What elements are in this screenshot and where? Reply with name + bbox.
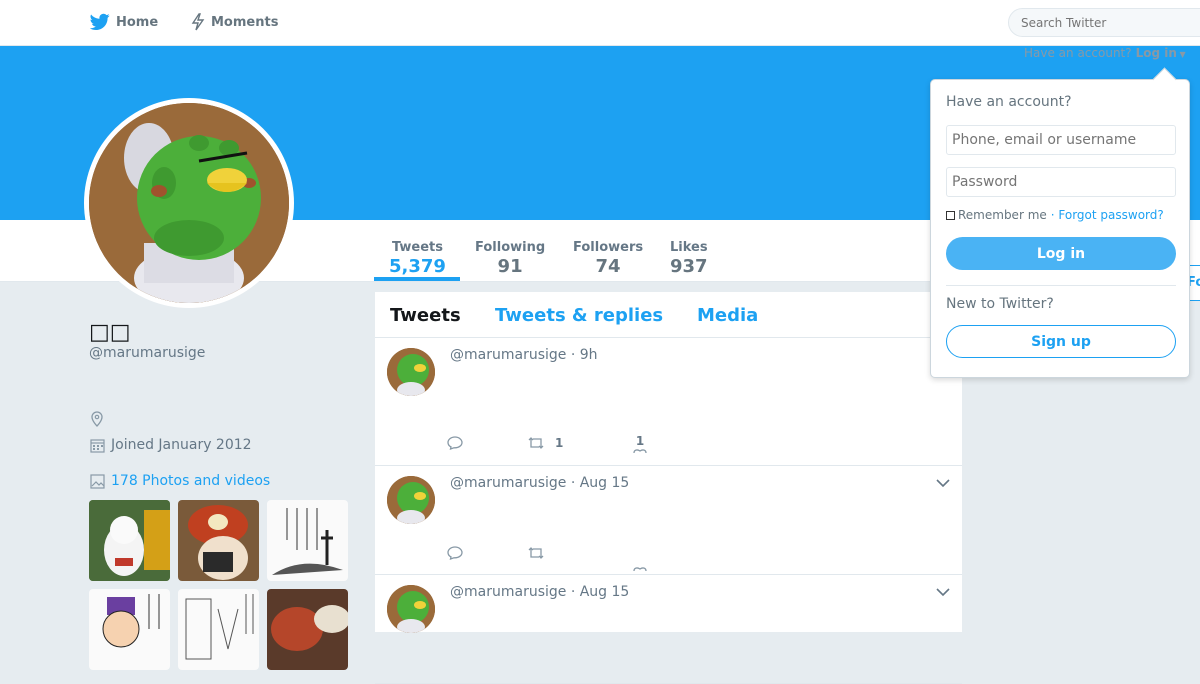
heart-icon	[633, 567, 647, 572]
username-field[interactable]	[946, 125, 1176, 155]
chevron-down-icon[interactable]	[936, 478, 950, 488]
active-stat-indicator	[374, 277, 460, 281]
photos-link[interactable]: 178 Photos and videos	[90, 473, 270, 489]
tab-tweets[interactable]: Tweets	[390, 305, 461, 326]
tweet-handle[interactable]: @marumarusige	[450, 475, 566, 491]
reply-button[interactable]	[447, 436, 463, 450]
tweet-time[interactable]: 9h	[580, 347, 598, 363]
tweet-time[interactable]: Aug 15	[580, 475, 630, 491]
stat-followers[interactable]: Followers 74	[573, 240, 643, 277]
avatar[interactable]	[84, 98, 294, 308]
top-nav: Home Moments	[0, 0, 1200, 46]
login-title: Have an account?	[946, 94, 1072, 110]
retweet-button[interactable]	[527, 546, 545, 560]
tab-media[interactable]: Media	[697, 305, 758, 326]
photo-thumbnail[interactable]	[178, 500, 259, 581]
joined-date: Joined January 2012	[90, 437, 252, 453]
reply-icon	[447, 436, 463, 450]
retweet-icon	[528, 437, 544, 449]
tweet-item[interactable]: @marumarusige · Aug 15	[375, 466, 962, 575]
tweet-avatar[interactable]	[387, 585, 435, 633]
login-dropdown: Have an account? Remember me · Forgot pa…	[930, 79, 1190, 378]
timeline-tabs: Tweets Tweets & replies Media	[375, 292, 962, 338]
location-pin-icon	[91, 411, 103, 427]
remember-label[interactable]: Remember me	[958, 208, 1047, 222]
retweet-count: 1	[555, 436, 564, 450]
reply-button[interactable]	[447, 546, 463, 560]
stat-likes[interactable]: Likes 937	[670, 240, 708, 277]
signup-button[interactable]: Sign up	[946, 325, 1176, 358]
divider	[946, 285, 1176, 286]
image-icon	[90, 473, 105, 489]
photos-label[interactable]: 178 Photos and videos	[111, 473, 270, 489]
timeline: Tweets Tweets & replies Media @marumarus…	[375, 292, 962, 684]
reply-icon	[447, 546, 463, 560]
heart-icon	[633, 449, 647, 454]
like-count: 1	[635, 434, 645, 448]
nav-moments-label: Moments	[211, 14, 279, 30]
like-button[interactable]: 1	[633, 434, 647, 454]
tweet-meta: @marumarusige · Aug 15	[450, 584, 630, 600]
forgot-password-link[interactable]: · Forgot password?	[1051, 208, 1164, 222]
tweet-meta: @marumarusige · Aug 15	[450, 475, 630, 491]
stat-tweets[interactable]: Tweets 5,379	[389, 240, 446, 277]
stat-value: 91	[497, 256, 523, 277]
stat-value: 5,379	[389, 256, 446, 277]
tweet-avatar[interactable]	[387, 348, 435, 396]
login-link-label[interactable]: Log in	[1136, 46, 1177, 60]
stat-following[interactable]: Following 91	[475, 240, 545, 277]
tweet-item[interactable]: @marumarusige · 9h 1 1	[375, 338, 962, 466]
tweet-avatar[interactable]	[387, 476, 435, 524]
remember-row: Remember me · Forgot password?	[946, 208, 1164, 222]
chevron-down-icon[interactable]	[936, 587, 950, 597]
stat-value: 937	[670, 256, 708, 277]
profile-name[interactable]: □□	[89, 320, 131, 345]
stat-label: Tweets	[391, 240, 443, 255]
joined-label: Joined January 2012	[111, 437, 252, 453]
tweet-time[interactable]: Aug 15	[580, 584, 630, 600]
password-field[interactable]	[946, 167, 1176, 197]
remember-checkbox[interactable]	[946, 210, 955, 220]
search-input[interactable]	[1008, 8, 1200, 37]
tweet-handle[interactable]: @marumarusige	[450, 584, 566, 600]
retweet-icon	[528, 547, 544, 559]
login-button[interactable]: Log in	[946, 237, 1176, 270]
twitter-bird-icon	[90, 13, 110, 31]
tweet-handle[interactable]: @marumarusige	[450, 347, 566, 363]
nav-home-label: Home	[116, 14, 159, 30]
chevron-down-icon: ▼	[1176, 50, 1186, 59]
nav-moments[interactable]: Moments	[191, 13, 278, 31]
photo-thumbnail[interactable]	[89, 500, 170, 581]
new-to-twitter-label: New to Twitter?	[946, 296, 1054, 312]
account-login-link[interactable]: Have an account? Log in ▼	[1024, 46, 1186, 60]
tab-tweets-replies[interactable]: Tweets & replies	[495, 305, 663, 326]
lightning-icon	[191, 13, 205, 31]
stat-value: 74	[595, 256, 621, 277]
stat-label: Likes	[670, 240, 708, 255]
stat-label: Followers	[573, 240, 644, 255]
photo-thumbnail[interactable]	[267, 500, 348, 581]
profile-handle[interactable]: @marumarusige	[89, 345, 205, 361]
avatar-image	[89, 103, 289, 303]
account-prompt: Have an account?	[1024, 46, 1132, 60]
nav-home[interactable]: Home	[90, 13, 158, 31]
calendar-icon	[90, 438, 105, 453]
retweet-button[interactable]: 1	[527, 436, 563, 450]
tweet-meta: @marumarusige · 9h	[450, 347, 598, 363]
like-button[interactable]	[633, 566, 647, 572]
stat-label: Following	[475, 240, 546, 255]
